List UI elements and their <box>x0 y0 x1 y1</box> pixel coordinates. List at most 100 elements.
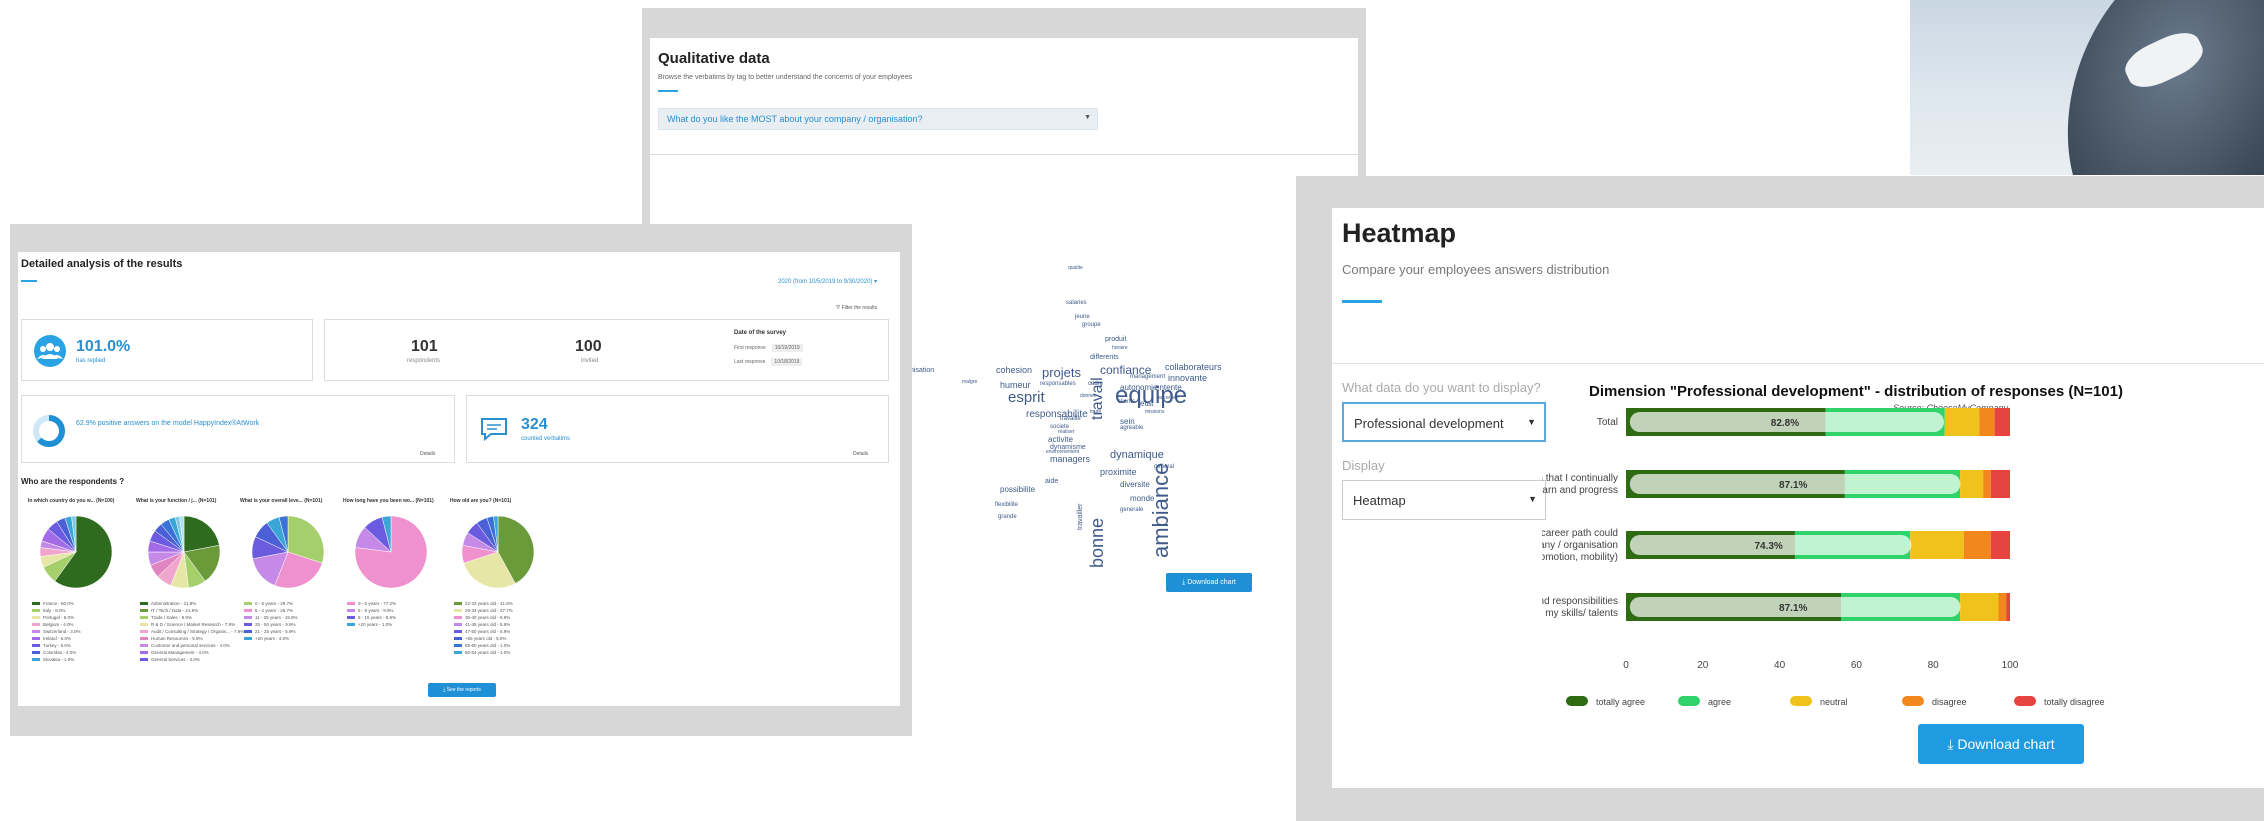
respondents-card: 101 respondents 100 invited Date of the … <box>324 319 889 381</box>
word-cloud-term: accordee <box>1158 395 1179 401</box>
data-select-value: Professional development <box>1354 416 1504 431</box>
pie-legend-item: +55 years old - 5.0% <box>454 636 506 641</box>
verbatims-details-link[interactable]: Details <box>853 451 868 457</box>
legend-swatch <box>1678 696 1700 706</box>
word-cloud-term: general <box>1154 464 1175 470</box>
people-icon <box>34 335 66 367</box>
word-cloud-term: responsables <box>1040 381 1076 387</box>
word-cloud-term: salaries <box>1066 300 1087 306</box>
question-select-value: What do you like the MOST about your com… <box>667 114 923 124</box>
pie-chart <box>39 515 113 589</box>
bar-segment <box>1998 593 2007 621</box>
word-cloud-term: generale <box>1120 507 1144 513</box>
word-cloud-term: cadre <box>1088 381 1104 387</box>
word-cloud-term: clients <box>1118 399 1136 405</box>
qualitative-download-label: Download chart <box>1187 579 1236 586</box>
respondents-label: respondents <box>407 358 441 364</box>
word-cloud: equipe ambiance bonne travail projets esprit c… <box>900 188 1320 608</box>
pie-legend-item: Switzerland - 3.0% <box>32 629 81 634</box>
detailed-title: Detailed analysis of the results <box>21 258 183 270</box>
see-reports-button[interactable]: ⤓ See the reports <box>428 683 496 697</box>
filter-label: Filter the results <box>841 305 878 311</box>
pie-legend-item: +20 years - 4.0% <box>244 636 289 641</box>
word-cloud-term: monde <box>1130 494 1155 503</box>
qualitative-divider <box>650 154 1358 155</box>
bar-segment <box>1994 408 2010 436</box>
first-response-value: 10/19/2019 <box>771 344 803 352</box>
pie-legend-item: IT / Tech / Data - 21.8% <box>140 608 198 613</box>
pie-legend-item: France - 60.0% <box>32 601 74 606</box>
x-tick-label: 100 <box>2002 660 2019 671</box>
survey-date-title: Date of the survey <box>734 330 787 336</box>
detailed-accent <box>21 280 37 282</box>
word-cloud-term: proximite <box>1100 467 1137 477</box>
replied-percent: 101.0% <box>76 338 131 355</box>
pie-legend-item: 21 - 25 years - 5.9% <box>244 629 296 634</box>
chat-icon <box>481 418 507 442</box>
legend-label: totally disagree <box>2044 697 2105 707</box>
word-cloud-term: etat <box>1140 399 1154 408</box>
pie-legend-item: Slovakia - 1.0% <box>32 657 74 662</box>
pie-title: How old are you? (N=101) <box>450 498 512 504</box>
pie-chart <box>251 515 325 589</box>
pie-legend-item: Colombia - 4.0% <box>32 650 76 655</box>
date-range-select[interactable]: 2020 (from 10/5/2019 to 9/30/2020) ▾ <box>778 278 877 285</box>
pie-legend-item: Administration - 21.8% <box>140 601 196 606</box>
invited-label: invited <box>581 358 599 364</box>
category-label: correspond well to my skills/ talents <box>1542 608 1618 619</box>
see-reports-label: See the reports <box>446 687 481 693</box>
positive-text: 62.9% positive answers on the model Happ… <box>76 420 260 427</box>
heatmap-subtitle: Compare your employees answers distribut… <box>1342 262 1610 277</box>
bar-segment <box>1990 470 2010 498</box>
respondents-count: 101 <box>411 338 438 355</box>
last-response-value: 10/18/2019 <box>771 358 803 366</box>
bar-segment <box>1963 531 1991 559</box>
word-cloud-term: horaire <box>1112 345 1128 351</box>
bar-segment <box>1960 470 1984 498</box>
verbatims-label: counted verbatims <box>521 436 571 442</box>
word-cloud-term: qualite <box>1068 265 1083 271</box>
detailed-panel: Detailed analysis of the results 2020 (f… <box>18 252 900 706</box>
pie-chart <box>147 515 221 589</box>
pie-legend-item: 60-64 years old - 1.0% <box>454 650 510 655</box>
pie-legend-item: 11 - 25 years - 15.8% <box>244 615 298 620</box>
qualitative-download-button[interactable]: ⤓ Download chart <box>1166 573 1252 592</box>
bar-segment <box>1944 408 1980 436</box>
display-select-label: Display <box>1342 458 1385 473</box>
word-cloud-term: produit <box>1105 336 1127 343</box>
pie-legend-item: 0 - 5 years - 77.2% <box>347 601 396 606</box>
legend-label: neutral <box>1820 697 1848 707</box>
word-cloud-term: bonne <box>1087 517 1107 568</box>
word-cloud-term: managers <box>1050 454 1091 464</box>
pie-title: What is your overall leve... (N=101) <box>240 498 323 504</box>
bar-label: 74.3% <box>1754 541 1782 552</box>
positive-details-link[interactable]: Details <box>420 451 435 457</box>
pie-legend-item: 35-40 years old - 8.9% <box>454 615 510 620</box>
filter-results-link[interactable]: ⛛ Filter the results <box>836 305 877 311</box>
bar-label: 87.1% <box>1779 603 1807 614</box>
legend-swatch <box>2014 696 2036 706</box>
photo-shape <box>2026 0 2264 175</box>
word-cloud-term: nisation <box>910 367 935 374</box>
display-select[interactable]: Heatmap ▼ <box>1342 480 1546 520</box>
data-select[interactable]: Professional development ▼ <box>1342 402 1546 442</box>
pie-legend-item: Trade / Sales - 8.9% <box>140 615 192 620</box>
question-select[interactable]: What do you like the MOST about your com… <box>658 108 1098 130</box>
word-cloud-term: ambiance <box>1148 462 1173 558</box>
word-cloud-term: collaborateurs <box>1165 362 1222 372</box>
chevron-down-icon: ▼ <box>1527 417 1536 427</box>
x-tick-label: 60 <box>1851 660 1863 671</box>
display-select-value: Heatmap <box>1353 493 1406 508</box>
x-tick-label: 40 <box>1774 660 1786 671</box>
heatmap-download-button[interactable]: ⤓ Download chart <box>1918 724 2084 764</box>
word-cloud-term: travailler <box>1077 503 1084 530</box>
pie-legend-item: General Management - 4.0% <box>140 650 209 655</box>
qualitative-accent <box>658 90 678 92</box>
positive-card: 62.9% positive answers on the model Happ… <box>21 395 455 463</box>
word-cloud-term: travaille <box>1060 416 1081 422</box>
invited-count: 100 <box>575 338 602 355</box>
qualitative-title: Qualitative data <box>658 50 770 67</box>
word-cloud-term: cohesion <box>996 365 1033 375</box>
pie-legend-item: 47-50 years old - 5.9% <box>454 629 510 634</box>
verbatims-card: 324 counted verbatims Details <box>466 395 889 463</box>
